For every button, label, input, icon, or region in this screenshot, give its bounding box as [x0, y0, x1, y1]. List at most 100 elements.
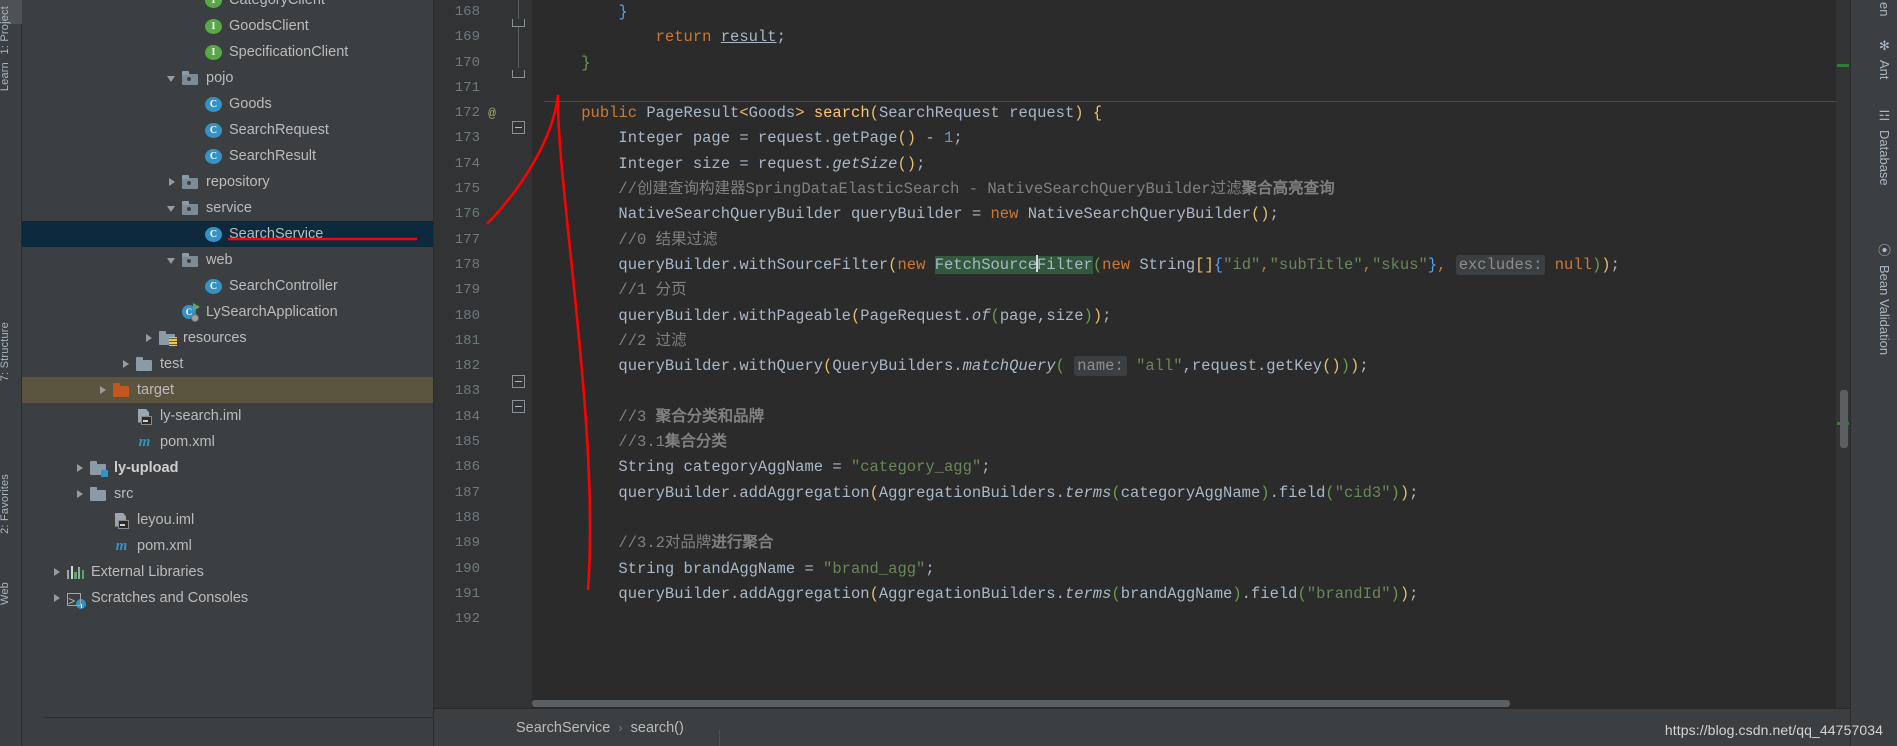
right-tab-database[interactable]: ☲ Database: [1872, 108, 1897, 186]
tree-item-goodsclient[interactable]: I GoodsClient: [22, 13, 433, 39]
vertical-scrollbar-thumb[interactable]: [1840, 390, 1848, 448]
code-line-172[interactable]: public PageResult<Goods> search(SearchRe…: [544, 101, 1850, 126]
line-number-181[interactable]: 181: [434, 329, 506, 354]
tree-item-scratches-and-consoles[interactable]: Scratches and Consoles: [22, 585, 433, 615]
line-number-183[interactable]: 183: [434, 379, 506, 404]
left-tab-project[interactable]: 1: Project: [0, 2, 21, 58]
line-number-171[interactable]: 171: [434, 76, 506, 101]
code-line-182[interactable]: queryBuilder.withQuery(QueryBuilders.mat…: [544, 354, 1850, 379]
line-number-184[interactable]: 184: [434, 405, 506, 430]
code-line-177[interactable]: //0 结果过滤: [544, 228, 1850, 253]
line-number-gutter[interactable]: 168 169 170 171 172 @173 174 175 176 177 178 179 180…: [434, 0, 506, 708]
horizontal-scrollbar[interactable]: [532, 699, 1836, 707]
chevron-right-icon[interactable]: [51, 566, 64, 579]
code-line-189[interactable]: //3.2对品牌进行聚合: [544, 531, 1850, 556]
left-tab-web[interactable]: Web: [0, 578, 21, 609]
tree-item-searchcontroller[interactable]: C SearchController: [22, 273, 433, 299]
code-line-184[interactable]: //3 聚合分类和品牌: [544, 405, 1850, 430]
tree-item-test[interactable]: test: [22, 351, 433, 377]
line-number-190[interactable]: 190: [434, 557, 506, 582]
fold-toggle-184[interactable]: [512, 375, 525, 388]
tree-item-specificationclient[interactable]: I SpecificationClient: [22, 39, 433, 65]
left-tab-structure[interactable]: 7: Structure: [0, 318, 21, 385]
tree-item-src[interactable]: src: [22, 481, 433, 507]
tree-item-leyou-iml[interactable]: leyou.iml: [22, 507, 433, 533]
code-line-168[interactable]: }: [544, 0, 1850, 25]
fold-toggle-172[interactable]: [512, 121, 525, 134]
editor-body[interactable]: 168 169 170 171 172 @173 174 175 176 177 178 179 180…: [434, 0, 1850, 708]
code-line-181[interactable]: //2 过滤: [544, 329, 1850, 354]
code-line-174[interactable]: Integer size = request.getSize();: [544, 152, 1850, 177]
code-line-187[interactable]: queryBuilder.addAggregation(AggregationB…: [544, 481, 1850, 506]
line-number-176[interactable]: 176: [434, 202, 506, 227]
tree-item-pojo[interactable]: pojo: [22, 65, 433, 91]
fold-toggle-185[interactable]: [512, 400, 525, 413]
line-number-182[interactable]: 182: [434, 354, 506, 379]
code-line-186[interactable]: String categoryAggName = "category_agg";: [544, 455, 1850, 480]
line-number-172[interactable]: 172 @: [434, 101, 506, 126]
tree-item-target[interactable]: target: [22, 377, 433, 403]
chevron-down-icon[interactable]: [166, 202, 179, 215]
breadcrumb-method[interactable]: search(): [631, 720, 684, 736]
line-number-191[interactable]: 191: [434, 582, 506, 607]
fold-cap-168[interactable]: [512, 19, 525, 27]
code-line-180[interactable]: queryBuilder.withPageable(PageRequest.of…: [544, 304, 1850, 329]
line-number-185[interactable]: 185: [434, 430, 506, 455]
tree-item-searchrequest[interactable]: C SearchRequest: [22, 117, 433, 143]
line-number-186[interactable]: 186: [434, 455, 506, 480]
code-line-188[interactable]: [544, 506, 1850, 531]
code-line-192[interactable]: [544, 607, 1850, 632]
chevron-right-icon[interactable]: [120, 358, 133, 371]
tree-item-pom-xml[interactable]: m pom.xml: [22, 533, 433, 559]
tree-item-web[interactable]: web: [22, 247, 433, 273]
tree-item-ly-upload[interactable]: ly-upload: [22, 455, 433, 481]
project-tool-window[interactable]: I CategoryClient I GoodsClient I Specificatio…: [22, 0, 434, 746]
tree-item-pom-xml[interactable]: m pom.xml: [22, 429, 433, 455]
annotation-gutter-icon[interactable]: @: [482, 101, 502, 126]
chevron-right-icon[interactable]: [143, 332, 156, 345]
right-tab-ant[interactable]: ✻ Ant: [1872, 38, 1897, 80]
horizontal-scrollbar-thumb[interactable]: [532, 700, 1510, 707]
marker-gutter[interactable]: [1836, 0, 1850, 708]
line-number-179[interactable]: 179: [434, 278, 506, 303]
line-number-168[interactable]: 168: [434, 0, 506, 25]
line-number-174[interactable]: 174: [434, 152, 506, 177]
line-number-192[interactable]: 192: [434, 607, 506, 632]
tree-item-resources[interactable]: resources: [22, 325, 433, 351]
code-line-176[interactable]: NativeSearchQueryBuilder queryBuilder = …: [544, 202, 1850, 227]
chevron-right-icon[interactable]: [74, 488, 87, 501]
tree-item-ly-search-iml[interactable]: ly-search.iml: [22, 403, 433, 429]
code-line-171[interactable]: [544, 76, 1850, 101]
fold-cap-170[interactable]: [512, 70, 525, 78]
line-number-169[interactable]: 169: [434, 25, 506, 50]
chevron-right-icon[interactable]: [51, 592, 64, 605]
chevron-right-icon[interactable]: [166, 176, 179, 189]
marker-green-1[interactable]: [1837, 64, 1849, 67]
right-tab-maven[interactable]: en: [1872, 2, 1897, 16]
code-line-183[interactable]: [544, 379, 1850, 404]
line-number-188[interactable]: 188: [434, 506, 506, 531]
right-tab-bean-validation[interactable]: ⦿ Bean Validation: [1872, 240, 1897, 355]
tree-item-goods[interactable]: C Goods: [22, 91, 433, 117]
line-number-170[interactable]: 170: [434, 51, 506, 76]
left-tab-favorites[interactable]: 2: Favorites: [0, 470, 21, 538]
chevron-down-icon[interactable]: [166, 72, 179, 85]
tree-item-repository[interactable]: repository: [22, 169, 433, 195]
code-line-169[interactable]: return result;: [544, 25, 1850, 50]
code-line-178[interactable]: queryBuilder.withSourceFilter(new FetchS…: [544, 253, 1850, 278]
line-number-180[interactable]: 180: [434, 304, 506, 329]
left-tab-learn[interactable]: Learn: [0, 58, 21, 95]
code-line-179[interactable]: //1 分页: [544, 278, 1850, 303]
code-line-185[interactable]: //3.1集合分类: [544, 430, 1850, 455]
tree-item-searchservice[interactable]: C SearchService: [22, 221, 433, 247]
line-number-189[interactable]: 189: [434, 531, 506, 556]
chevron-down-icon[interactable]: [166, 254, 179, 267]
tree-item-service[interactable]: service: [22, 195, 433, 221]
line-number-187[interactable]: 187: [434, 481, 506, 506]
breadcrumb-class[interactable]: SearchService: [516, 720, 610, 736]
code-line-190[interactable]: String brandAggName = "brand_agg";: [544, 557, 1850, 582]
tree-item-external-libraries[interactable]: External Libraries: [22, 559, 433, 585]
line-number-178[interactable]: 178: [434, 253, 506, 278]
line-number-177[interactable]: 177: [434, 228, 506, 253]
tree-item-categoryclient[interactable]: I CategoryClient: [22, 0, 433, 13]
